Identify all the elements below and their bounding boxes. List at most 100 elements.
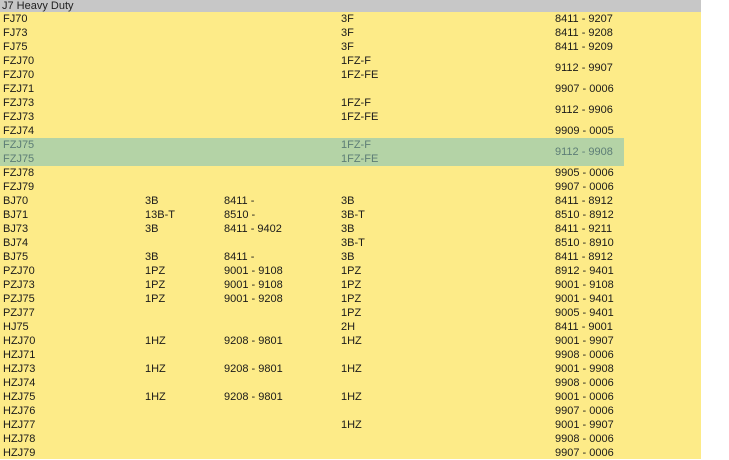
range-cell-line: 9005 - 9401 [555,306,614,319]
table-row[interactable]: FZJ78 9905 - 0006 [0,166,624,180]
table-row[interactable]: BJ70 3B 8411 - 3B 8411 - 8912 [0,194,624,208]
engine-range-cell [221,180,338,194]
engine-cell [142,348,221,362]
table-row[interactable]: HZJ77 1HZ 9001 - 9907 [0,418,624,432]
engine2-cell [338,404,552,418]
table-row[interactable]: PZJ70 1PZ 9001 - 9108 1PZ 8912 - 9401 [0,264,624,278]
engine-range-cell-line: 9208 - 9801 [224,362,283,375]
model-cell-line: HJ75 [3,320,29,333]
engine-range-cell [221,376,338,390]
table-row[interactable]: HZJ75 1HZ 9208 - 9801 1HZ 9001 - 0006 [0,390,624,404]
range-cell: 9907 - 0006 [552,180,624,194]
table-row[interactable]: FZJ70 FZJ70 1FZ-F 1FZ-FE 9112 - 9907 [0,54,624,82]
engine2-cell-line: 3F [341,26,354,39]
model-cell-line: FJ70 [3,12,28,25]
engine2-cell: 3B-T [338,236,552,250]
engine-cell-line: 3B [145,194,159,207]
engine-cell [142,376,221,390]
table-row[interactable]: FJ70 3F 8411 - 9207 [0,12,624,26]
model-cell-line: BJ75 [3,250,29,263]
engine-range-cell [221,166,338,180]
engine-cell: 1HZ [142,390,221,404]
model-cell: HZJ78 [0,432,142,446]
range-cell-line: 9907 - 0006 [555,180,614,193]
engine-range-cell: 9001 - 9108 [221,278,338,292]
range-cell-line: 8411 - 9211 [555,222,613,235]
table-row[interactable]: HJ75 2H 8411 - 9001 [0,320,624,334]
table-row[interactable]: FZJ71 9907 - 0006 [0,82,624,96]
engine-cell-line: 1HZ [145,390,166,403]
engine-range-cell [221,12,338,26]
engine2-cell [338,446,552,460]
table-row[interactable]: HZJ76 9907 - 0006 [0,404,624,418]
table-row[interactable]: BJ71 13B-T 8510 - 3B-T 8510 - 8912 [0,208,624,222]
model-cell-line: FZJ70 [3,55,35,67]
engine-cell [142,26,221,40]
engine2-cell: 3F [338,26,552,40]
range-cell: 8510 - 8910 [552,236,624,250]
engine-cell [142,12,221,26]
engine2-cell-line: 1FZ-FE [341,69,379,81]
engine-cell-line: 13B-T [145,208,175,221]
model-cell-line: FZJ74 [3,124,35,137]
table-row[interactable]: FZJ79 9907 - 0006 [0,180,624,194]
engine-range-cell [221,320,338,334]
model-cell-line: HZJ70 [3,334,36,347]
engine-cell [142,166,221,180]
engine2-cell: 2H [338,320,552,334]
engine2-cell-line: 3B [341,194,355,207]
range-cell: 9905 - 0006 [552,166,624,180]
model-cell-line: FZJ78 [3,166,35,179]
table-row[interactable]: BJ73 3B 8411 - 9402 3B 8411 - 9211 [0,222,624,236]
range-cell: 9001 - 9401 [552,292,624,306]
engine2-cell: 3B [338,194,552,208]
model-cell: BJ74 [0,236,142,250]
engine-cell [142,236,221,250]
range-cell-line: 8411 - 8912 [555,250,613,263]
engine-range-cell [221,432,338,446]
table-row[interactable]: HZJ78 9908 - 0006 [0,432,624,446]
table-row[interactable]: FZJ74 9909 - 0005 [0,124,624,138]
model-cell-line: BJ74 [3,236,29,249]
table-row[interactable]: HZJ73 1HZ 9208 - 9801 1HZ 9001 - 9908 [0,362,624,376]
table-row[interactable]: BJ75 3B 8411 - 3B 8411 - 8912 [0,250,624,264]
table-row[interactable]: FJ75 3F 8411 - 9209 [0,40,624,54]
range-cell-line: 9908 - 0006 [555,348,614,361]
range-cell: 8510 - 8912 [552,208,624,222]
range-cell-line: 8912 - 9401 [555,264,614,277]
range-cell: 8411 - 9208 [552,26,624,40]
engine2-cell: 3B-T [338,208,552,222]
engine-cell: 1HZ [142,334,221,348]
engine-cell [142,432,221,446]
range-cell-line: 9909 - 0005 [555,124,614,137]
range-cell: 9005 - 9401 [552,306,624,320]
engine-cell: 13B-T [142,208,221,222]
model-cell: HZJ73 [0,362,142,376]
table-row[interactable]: BJ74 3B-T 8510 - 8910 [0,236,624,250]
model-cell: BJ73 [0,222,142,236]
table-row[interactable]: HZJ79 9907 - 0006 [0,446,624,460]
engine-range-cell-line: 8510 - [224,208,256,221]
table-row[interactable]: HZJ71 9908 - 0006 [0,348,624,362]
model-cell: HZJ71 [0,348,142,362]
range-cell-line: 9001 - 9108 [555,278,614,291]
page: J7 Heavy Duty FJ70 3F 8411 - 9207 FJ73 3F 841… [0,0,729,459]
table-row[interactable]: FZJ73 FZJ73 1FZ-F 1FZ-FE 9112 - 9906 [0,96,624,124]
engine2-cell-line: 1PZ [341,278,362,291]
range-cell-line: 9907 - 0006 [555,404,614,417]
model-cell-line: HZJ78 [3,432,36,445]
table-row[interactable]: HZJ70 1HZ 9208 - 9801 1HZ 9001 - 9907 [0,334,624,348]
model-cell: BJ71 [0,208,142,222]
engine-range-cell [221,40,338,54]
table-row[interactable]: PZJ77 1PZ 9005 - 9401 [0,306,624,320]
table-row[interactable]: FJ73 3F 8411 - 9208 [0,26,624,40]
model-cell-line: HZJ75 [3,390,36,403]
range-cell: 9907 - 0006 [552,446,624,460]
table-row[interactable]: PZJ73 1PZ 9001 - 9108 1PZ 9001 - 9108 [0,278,624,292]
table-row[interactable]: PZJ75 1PZ 9001 - 9208 1PZ 9001 - 9401 [0,292,624,306]
model-cell-line: HZJ79 [3,446,36,459]
table-row[interactable]: HZJ74 9908 - 0006 [0,376,624,390]
engine-range-cell [221,96,338,124]
table-row-selected[interactable]: FZJ75 FZJ75 1FZ-F 1FZ-FE 9112 - 9908 [0,138,624,166]
engine-range-cell [221,446,338,460]
